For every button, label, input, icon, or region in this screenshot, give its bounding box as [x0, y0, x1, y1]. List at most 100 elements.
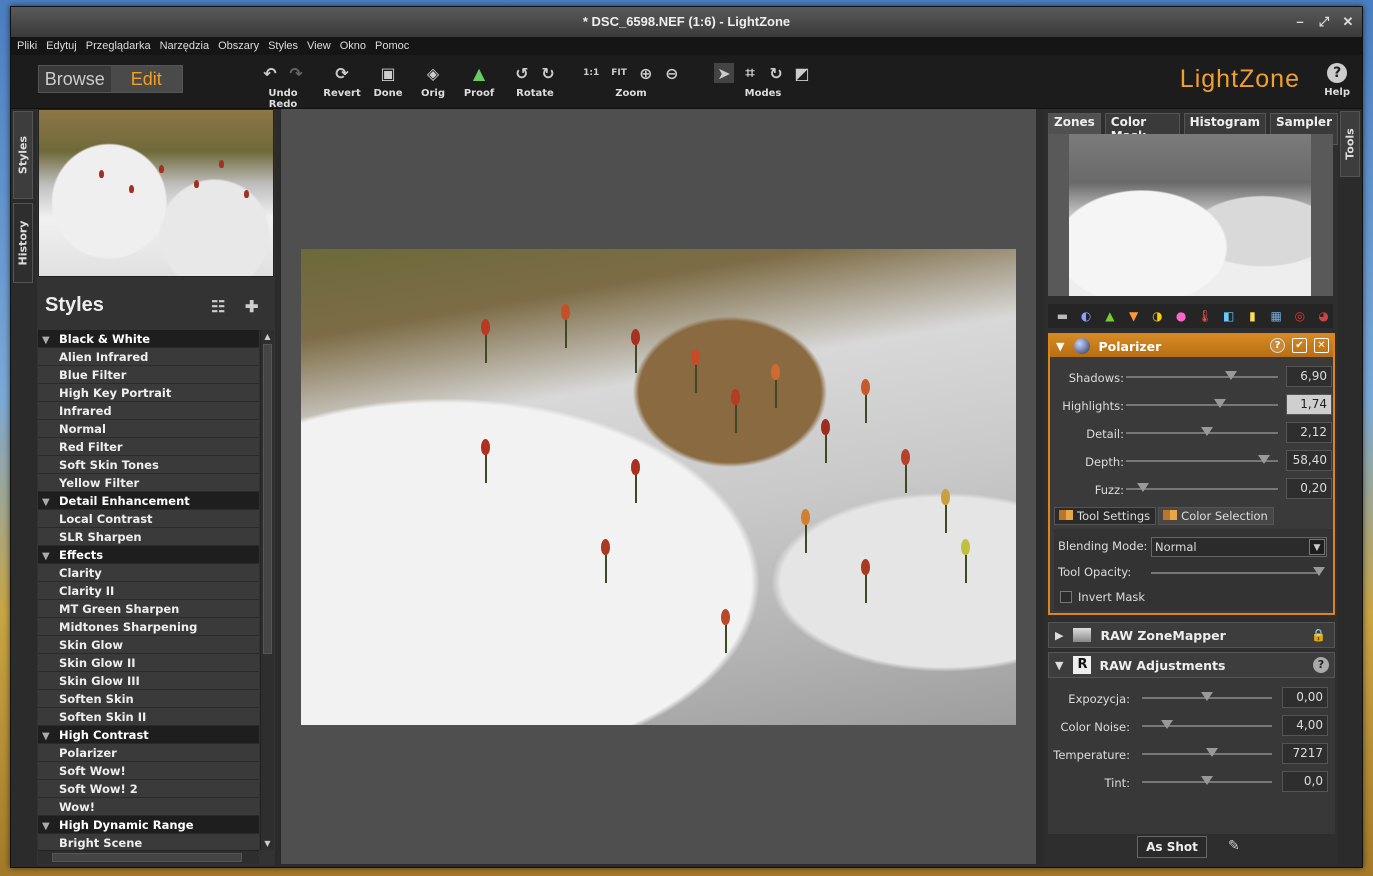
remove-tool-icon[interactable]: ✕ [1314, 338, 1329, 353]
style-item[interactable]: Blue Filter [38, 366, 259, 384]
expand-triangle-icon[interactable]: ▶ [1055, 629, 1063, 642]
style-item[interactable]: Infrared [38, 402, 259, 420]
zoom-out-icon[interactable]: ⊖ [662, 63, 682, 83]
rotate-left-icon[interactable]: ↺ [512, 63, 532, 83]
noise-tool-icon[interactable]: ▦ [1267, 308, 1286, 324]
add-style-icon[interactable]: ✚ [245, 297, 258, 317]
collapse-triangle-icon[interactable]: ▼ [42, 548, 55, 566]
proof-button[interactable]: ▲ Proof [460, 61, 498, 100]
zoom-fit-button[interactable]: FIT [608, 68, 630, 78]
blending-mode-select[interactable]: Normal ▼ [1151, 537, 1327, 557]
style-item[interactable]: Soft Skin Tones [38, 456, 259, 474]
style-group-header[interactable]: ▼ Detail Enhancement [38, 492, 259, 510]
done-button[interactable]: ▣ Done [369, 61, 407, 100]
styles-vertical-scrollbar[interactable]: ▲ ▼ [260, 330, 274, 850]
raw-help-icon[interactable]: ? [1313, 657, 1329, 673]
style-group-header[interactable]: ▼ High Contrast [38, 726, 259, 744]
slider-knob[interactable] [1258, 455, 1271, 464]
slider-value-field[interactable]: 0,0 [1282, 771, 1328, 792]
styles-horizontal-scrollbar[interactable] [38, 850, 259, 864]
slider-value-field[interactable]: 58,40 [1286, 450, 1332, 471]
maximize-button[interactable]: ⤢ [1316, 7, 1332, 37]
style-item[interactable]: MT Green Sharpen [38, 600, 259, 618]
style-item[interactable]: High Key Portrait [38, 384, 259, 402]
style-item[interactable]: Red Filter [38, 438, 259, 456]
style-item[interactable]: Midtones Sharpening [38, 618, 259, 636]
style-item[interactable]: Bright Scene [38, 834, 259, 850]
rotate-right-icon[interactable]: ↻ [538, 63, 558, 83]
menu-edytuj[interactable]: Edytuj [43, 37, 83, 55]
slider-knob[interactable] [1206, 748, 1219, 757]
slider-track[interactable] [1126, 376, 1278, 378]
slider-knob[interactable] [1200, 427, 1213, 436]
menu-przegladarka[interactable]: Przeglądarka [83, 37, 157, 55]
edit-mode-button[interactable]: Edit [110, 66, 182, 92]
slider-knob[interactable] [1136, 483, 1149, 492]
invert-mask-checkbox[interactable] [1060, 591, 1072, 603]
collapse-triangle-icon[interactable]: ▼ [42, 728, 55, 746]
style-item[interactable]: Yellow Filter [38, 474, 259, 492]
style-group-header[interactable]: ▼ Effects [38, 546, 259, 564]
clone-tool-icon[interactable]: ◕ [1314, 308, 1333, 324]
enable-check-icon[interactable]: ✔ [1292, 338, 1307, 353]
help-button[interactable]: ? Help [1324, 63, 1350, 98]
minimize-button[interactable]: – [1292, 7, 1308, 37]
zoom-1to1-button[interactable]: 1:1 [580, 68, 602, 78]
tool-help-icon[interactable]: ? [1270, 338, 1285, 353]
raw-zonemapper-tool[interactable]: ▶ RAW ZoneMapper 🔒 [1048, 622, 1335, 648]
slider-value-field[interactable]: 4,00 [1282, 715, 1328, 736]
slider-track[interactable] [1126, 404, 1278, 406]
channel-mixer-icon[interactable]: ◧ [1219, 308, 1238, 324]
tab-tools[interactable]: Tools [1340, 111, 1360, 177]
collapse-triangle-icon[interactable]: ▼ [1056, 340, 1064, 353]
tab-styles[interactable]: Styles [13, 111, 33, 199]
slider-value-field[interactable]: 2,12 [1286, 422, 1332, 443]
menu-pliki[interactable]: Pliki [14, 37, 43, 55]
slider-knob[interactable] [1201, 692, 1213, 701]
zoom-in-icon[interactable]: ⊕ [636, 63, 656, 83]
collapse-triangle-icon[interactable]: ▼ [42, 494, 55, 512]
bw-tool-icon[interactable]: ▮ [1243, 308, 1262, 324]
slider-value-field[interactable]: 1,74 [1286, 394, 1332, 415]
style-item[interactable]: Skin Glow II [38, 654, 259, 672]
menu-view[interactable]: View [304, 37, 337, 55]
style-item[interactable]: Skin Glow III [38, 672, 259, 690]
raw-adjustments-header[interactable]: ▼ R RAW Adjustments ? [1048, 652, 1335, 678]
zonemapper-tool-icon[interactable]: ▬ [1053, 308, 1072, 324]
style-item[interactable]: Soft Wow! [38, 762, 259, 780]
redeye-tool-icon[interactable]: ◎ [1291, 308, 1310, 324]
style-group-header[interactable]: ▼ Black & White [38, 330, 259, 348]
browse-mode-button[interactable]: Browse [39, 66, 111, 92]
style-item[interactable]: Soften Skin II [38, 708, 259, 726]
slider-value-field[interactable]: 7217 [1282, 743, 1328, 764]
menu-obszary[interactable]: Obszary [215, 37, 265, 55]
slider-track[interactable] [1126, 460, 1278, 462]
style-item[interactable]: Polarizer [38, 744, 259, 762]
tone-tool-icon[interactable]: ▼ [1124, 308, 1143, 324]
slider-knob[interactable] [1160, 720, 1173, 729]
style-item[interactable]: Wow! [38, 798, 259, 816]
collapse-triangle-icon[interactable]: ▼ [42, 818, 55, 836]
style-group-header[interactable]: ▼ High Dynamic Range [38, 816, 259, 834]
crop-icon[interactable]: ⌗ [740, 63, 760, 83]
collapse-triangle-icon[interactable]: ▼ [42, 332, 55, 350]
as-shot-button[interactable]: As Shot [1137, 836, 1207, 858]
menu-styles[interactable]: Styles [265, 37, 304, 55]
eyedropper-icon[interactable]: ✎ [1228, 838, 1240, 854]
slider-value-field[interactable]: 6,90 [1286, 366, 1332, 387]
slider-knob[interactable] [1201, 776, 1213, 785]
tab-color-selection[interactable]: Color Selection [1158, 507, 1274, 525]
style-item[interactable]: Alien Infrared [38, 348, 259, 366]
style-item[interactable]: Skin Glow [38, 636, 259, 654]
collapse-triangle-icon[interactable]: ▼ [1055, 659, 1063, 672]
slider-value-field[interactable]: 0,00 [1282, 687, 1328, 708]
opacity-knob[interactable] [1313, 567, 1325, 576]
style-item[interactable]: Normal [38, 420, 259, 438]
arrow-pointer-icon[interactable]: ➤ [714, 63, 734, 83]
undo-icon[interactable]: ↶ [260, 63, 280, 83]
tab-history[interactable]: History [13, 203, 33, 283]
style-item[interactable]: Soften Skin [38, 690, 259, 708]
style-item[interactable]: Clarity [38, 564, 259, 582]
orig-button[interactable]: ◈ Orig [416, 61, 450, 100]
style-item[interactable]: SLR Sharpen [38, 528, 259, 546]
